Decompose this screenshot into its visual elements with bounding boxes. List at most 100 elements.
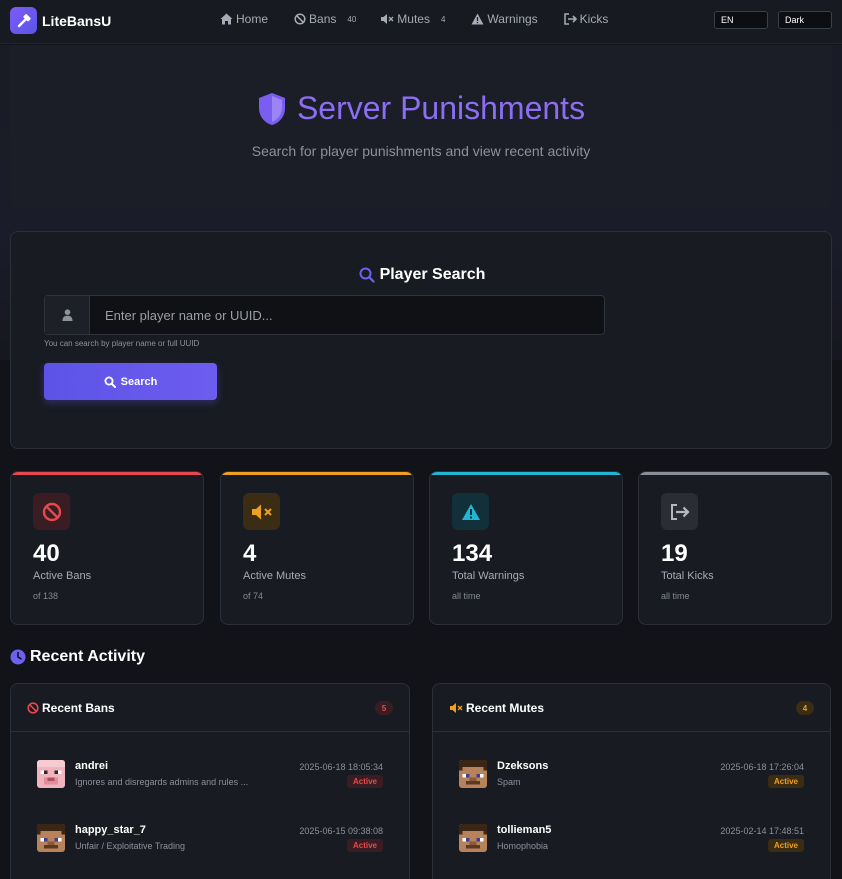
- hero-title: Server Punishments: [0, 90, 842, 127]
- search-icon: [359, 267, 375, 283]
- warning-icon: [452, 493, 489, 530]
- clock-icon: [10, 649, 26, 665]
- recent-mutes-header: Recent Mutes 4: [433, 684, 830, 732]
- recent-mutes-panel: Recent Mutes 4 Dzeksons Spam 2025-06-18 …: [432, 683, 831, 879]
- recent-mute-item[interactable]: tollieman5 Homophobia 2025-02-14 17:48:5…: [433, 824, 830, 874]
- player-name: tollieman5: [497, 824, 552, 836]
- recent-mutes-count: 4: [796, 701, 814, 715]
- mute-icon: [381, 14, 394, 24]
- kick-icon: [661, 493, 698, 530]
- search-button[interactable]: Search: [44, 363, 217, 400]
- stat-card-bans[interactable]: 40 Active Bans of 138: [10, 471, 204, 625]
- brand[interactable]: LiteBansU: [10, 7, 111, 34]
- nav-warnings[interactable]: Warnings: [471, 12, 538, 26]
- stat-card-mutes[interactable]: 4 Active Mutes of 74: [220, 471, 414, 625]
- player-name: Dzeksons: [497, 760, 549, 772]
- search-hint: You can search by player name or full UU…: [44, 339, 200, 348]
- nav-mutes-count: 4: [440, 14, 446, 24]
- recent-bans-count: 5: [375, 701, 393, 715]
- avatar: [37, 760, 65, 788]
- recent-bans-panel: Recent Bans 5 andrei Ignores and disrega…: [10, 683, 410, 879]
- avatar: [459, 760, 487, 788]
- nav-mutes-label: Mutes: [397, 12, 430, 26]
- stat-value: 4: [243, 540, 257, 567]
- nav-kicks[interactable]: Kicks: [563, 12, 609, 26]
- punishment-date: 2025-06-15 09:38:08: [299, 826, 383, 836]
- recent-bans-title: Recent Bans: [42, 700, 115, 715]
- nav-kicks-label: Kicks: [579, 12, 609, 26]
- punishment-reason: Spam: [497, 777, 521, 787]
- main-nav: Home Bans 40 Mutes 4 Warnings Kicks: [220, 12, 634, 26]
- search-button-label: Search: [120, 375, 158, 388]
- stat-label: Total Warnings: [452, 570, 525, 582]
- stat-accent-bar: [11, 472, 203, 475]
- stat-sub: of 74: [243, 591, 264, 601]
- stat-sub: all time: [661, 591, 690, 601]
- navbar: LiteBansU Home Bans 40 Mutes 4 Warnings …: [0, 0, 842, 44]
- theme-select[interactable]: Dark: [778, 11, 832, 29]
- punishment-reason: Unfair / Exploitative Trading: [75, 841, 186, 851]
- stat-label: Total Kicks: [661, 570, 714, 582]
- recent-activity-title-text: Recent Activity: [30, 648, 145, 665]
- avatar: [459, 824, 487, 852]
- status-badge: Active: [346, 775, 383, 788]
- search-title-text: Player Search: [379, 266, 486, 283]
- nav-bans-count: 40: [347, 14, 357, 24]
- stat-sub: of 138: [33, 591, 59, 601]
- nav-home-label: Home: [236, 12, 269, 26]
- recent-mutes-title: Recent Mutes: [466, 700, 545, 715]
- search-input-group: [44, 295, 605, 335]
- nav-warnings-label: Warnings: [487, 12, 538, 26]
- hero-subtitle: Search for player punishments and view r…: [251, 143, 591, 159]
- status-badge: Active: [767, 839, 804, 852]
- stat-value: 134: [452, 540, 493, 567]
- recent-ban-item[interactable]: happy_star_7 Unfair / Exploitative Tradi…: [11, 824, 409, 874]
- player-name: happy_star_7: [75, 824, 146, 836]
- shield-icon: [258, 92, 285, 125]
- language-select[interactable]: EN: [714, 11, 768, 29]
- ban-icon: [27, 701, 39, 714]
- recent-mute-item[interactable]: Dzeksons Spam 2025-06-18 17:26:04 Active: [433, 760, 830, 810]
- stat-value: 40: [33, 540, 60, 567]
- warning-icon: [471, 13, 484, 25]
- stat-accent-bar: [430, 472, 622, 475]
- recent-bans-header: Recent Bans 5: [11, 684, 409, 732]
- hammer-logo-icon: [10, 7, 37, 34]
- search-button-icon: [104, 376, 116, 388]
- ban-icon: [33, 493, 70, 530]
- punishment-date: 2025-02-14 17:48:51: [720, 826, 804, 836]
- stat-label: Active Mutes: [243, 570, 306, 582]
- punishment-reason: Ignores and disregards admins and rules …: [75, 777, 249, 787]
- mute-icon: [450, 702, 463, 713]
- kick-icon: [563, 13, 577, 25]
- punishment-reason: Homophobia: [497, 841, 549, 851]
- player-name: andrei: [75, 760, 109, 772]
- stat-accent-bar: [221, 472, 413, 475]
- stat-sub: all time: [452, 591, 481, 601]
- search-input[interactable]: [90, 296, 604, 334]
- avatar: [37, 824, 65, 852]
- nav-home[interactable]: Home: [220, 12, 268, 26]
- stat-card-warnings[interactable]: 134 Total Warnings all time: [429, 471, 623, 625]
- stat-accent-bar: [639, 472, 831, 475]
- brand-name: LiteBansU: [42, 12, 112, 29]
- home-icon: [220, 13, 233, 25]
- stat-label: Active Bans: [33, 570, 92, 582]
- punishment-date: 2025-06-18 17:26:04: [720, 762, 804, 772]
- recent-activity-title: Recent Activity: [10, 648, 145, 666]
- recent-ban-item[interactable]: andrei Ignores and disregards admins and…: [11, 760, 409, 810]
- stat-card-kicks[interactable]: 19 Total Kicks all time: [638, 471, 832, 625]
- search-title: Player Search: [11, 266, 833, 284]
- nav-bans-label: Bans: [309, 12, 337, 26]
- player-search-card: Player Search You can search by player n…: [10, 231, 832, 449]
- hero-title-text: Server Punishments: [296, 90, 586, 126]
- user-icon: [45, 296, 90, 334]
- nav-mutes[interactable]: Mutes 4: [380, 12, 445, 26]
- mute-icon: [243, 493, 280, 530]
- ban-icon: [294, 13, 306, 25]
- status-badge: Active: [346, 839, 383, 852]
- nav-bans[interactable]: Bans 40: [294, 12, 356, 26]
- punishment-date: 2025-06-18 18:05:34: [299, 762, 383, 772]
- status-badge: Active: [767, 775, 804, 788]
- hero-card: [10, 45, 832, 209]
